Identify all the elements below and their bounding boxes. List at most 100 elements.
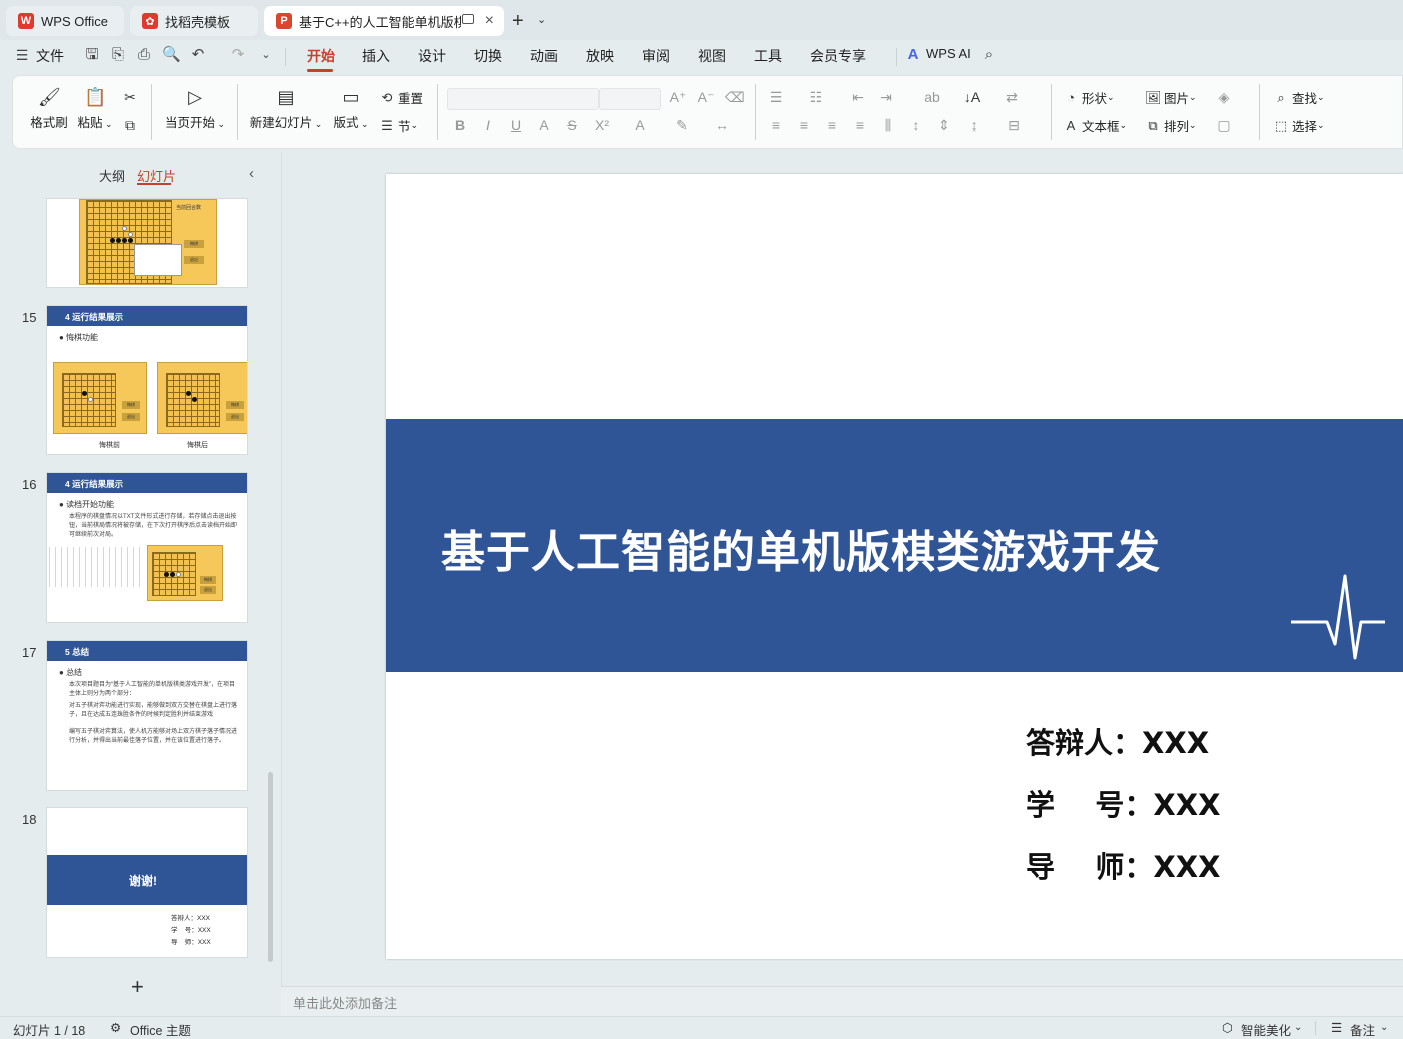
bullet-list-icon[interactable]: ☰	[767, 88, 785, 106]
column-icon[interactable]: ↨	[965, 116, 983, 134]
tab-wps-office[interactable]: W WPS Office	[6, 6, 124, 36]
paragraph-spacing-icon[interactable]: ⇕	[935, 116, 953, 134]
wps-ai-icon[interactable]: A	[905, 47, 921, 63]
menu-home[interactable]: 开始	[307, 46, 335, 66]
export-icon[interactable]: ⎘	[110, 47, 126, 63]
increase-indent-icon[interactable]: ⇥	[877, 88, 895, 106]
picture-button[interactable]: 🖼 图片 ⌄	[1145, 88, 1197, 107]
slide-title[interactable]: 基于人工智能的单机版棋类游戏开发	[386, 516, 1161, 580]
font-color-icon[interactable]: A	[631, 116, 649, 134]
menu-file[interactable]: 文件	[36, 46, 64, 66]
align-left-icon[interactable]: ≡	[767, 116, 785, 134]
notes-button[interactable]: 备注	[1350, 1020, 1375, 1039]
fill-icon[interactable]: ◈	[1215, 88, 1233, 106]
text-shadow-icon[interactable]: A	[535, 116, 553, 134]
slide-thumbnail-14[interactable]: 当前回合数 悔棋 退出	[46, 198, 248, 288]
monitor-icon[interactable]	[462, 14, 474, 24]
decrease-font-icon[interactable]: A⁻	[697, 88, 715, 106]
shape-button[interactable]: ◔ 形状 ⌄	[1063, 88, 1115, 107]
convert-icon[interactable]: ⇄	[1003, 88, 1021, 106]
numbered-list-icon[interactable]: ☷	[807, 88, 825, 106]
bold-icon[interactable]: B	[451, 116, 469, 134]
decrease-indent-icon[interactable]: ⇤	[849, 88, 867, 106]
new-slide-button[interactable]: ▤ 新建幻灯片 ⌄	[249, 86, 323, 131]
add-slide-icon[interactable]: +	[131, 974, 144, 1000]
textbox-button[interactable]: A 文本框 ⌄	[1063, 116, 1127, 135]
theme-name[interactable]: Office 主题	[130, 1020, 191, 1039]
menu-insert[interactable]: 插入	[362, 46, 390, 66]
menu-design[interactable]: 设计	[418, 46, 446, 66]
notes-placeholder[interactable]: 单击此处添加备注	[293, 993, 397, 1012]
save-icon[interactable]: 🖫	[84, 47, 100, 63]
black-stone	[82, 391, 87, 396]
menu-member[interactable]: 会员专享	[810, 46, 866, 66]
sort-icon[interactable]: ↓A	[963, 88, 981, 106]
justify-icon[interactable]: ≡	[851, 116, 869, 134]
chevron-down-icon[interactable]: ⌄	[537, 13, 546, 26]
student-id-line[interactable]: 学 号：XXX	[1026, 782, 1220, 824]
smart-beautify-button[interactable]: 智能美化	[1241, 1020, 1291, 1039]
print-icon[interactable]: ⎙	[136, 47, 152, 63]
section-button[interactable]: ☰ 节 ⌄	[379, 116, 418, 135]
align-right-icon[interactable]: ≡	[823, 116, 841, 134]
search-icon[interactable]: ⌕	[981, 47, 997, 63]
text-direction-icon[interactable]: ab	[923, 88, 941, 106]
font-family-select[interactable]	[447, 88, 599, 110]
current-slide[interactable]: 基于人工智能的单机版棋类游戏开发 答辩人：XXX 学 号：XXX 导 师：XXX	[386, 174, 1403, 959]
menu-review[interactable]: 审阅	[642, 46, 670, 66]
menu-transition[interactable]: 切换	[474, 46, 502, 66]
underline-icon[interactable]: U	[507, 116, 525, 134]
undo-icon[interactable]: ↶	[190, 47, 206, 63]
align-center-icon[interactable]: ≡	[795, 116, 813, 134]
paste-button[interactable]: 📋 粘贴 ⌄	[75, 86, 115, 131]
vertical-align-icon[interactable]: ⊟	[1005, 116, 1023, 134]
italic-icon[interactable]: I	[479, 116, 497, 134]
strikethrough-icon[interactable]: S	[563, 116, 581, 134]
find-button[interactable]: ⌕ 查找 ⌄	[1273, 88, 1324, 107]
tab-daoke-template[interactable]: ✿ 找稻壳模板	[130, 6, 258, 36]
current-start-button[interactable]: ▷ 当页开始 ⌄	[163, 86, 227, 131]
thumb-paragraph: 对五子棋对弈功能进行实现，能够做到双方交替在棋盘上进行落子，且在达成五连珠胜条件…	[69, 703, 238, 718]
defender-line[interactable]: 答辩人：XXX	[1026, 720, 1209, 762]
chevron-down-icon[interactable]: ⌄	[258, 47, 274, 63]
slide-thumbnail-18[interactable]: 谢谢! 答辩人：XXX 学 号：XXX 导 师：XXX	[46, 807, 248, 958]
menu-tools[interactable]: 工具	[754, 46, 782, 66]
notes-pane[interactable]: 单击此处添加备注	[281, 986, 1403, 1016]
cut-icon[interactable]: ✂	[121, 88, 139, 106]
format-painter-button[interactable]: 🖌 格式刷	[29, 86, 69, 131]
panel-scrollbar[interactable]	[268, 772, 273, 962]
menu-animation[interactable]: 动画	[530, 46, 558, 66]
chevron-down-icon[interactable]: ⌄	[1294, 1022, 1302, 1033]
reset-button[interactable]: ⟲ 重置	[379, 88, 423, 107]
menu-view[interactable]: 视图	[698, 46, 726, 66]
chevron-down-icon[interactable]: ⌄	[1380, 1022, 1388, 1033]
slide-thumbnail-15[interactable]: 4 运行结果展示 ● 悔棋功能 悔棋 退出 悔棋 退出 悔棋前 悔棋后	[46, 305, 248, 455]
print-preview-icon[interactable]: 🔍	[162, 47, 181, 63]
slide-thumbnail-16[interactable]: 4 运行结果展示 ● 读档开始功能 本程序的棋盘情况以TXT文件形式进行存储，若…	[46, 472, 248, 623]
hamburger-icon[interactable]: ☰	[14, 47, 30, 63]
collapse-panel-icon[interactable]: ‹	[249, 165, 254, 182]
distribute-icon[interactable]: ⫼	[879, 116, 897, 134]
copy-icon[interactable]: ⧉	[121, 116, 139, 134]
new-tab-icon[interactable]: +	[512, 10, 524, 33]
highlight-icon[interactable]: ✎	[673, 116, 691, 134]
tab-outline[interactable]: 大纲	[99, 166, 125, 185]
slide-thumbnail-17[interactable]: 5 总结 ● 总结 本次项目题目为“基于人工智能的单机版棋类游戏开发”，在项目主…	[46, 640, 248, 791]
layout-button[interactable]: ▭ 版式 ⌄	[331, 86, 371, 131]
clear-format-icon[interactable]: ⌫	[725, 88, 745, 106]
char-spacing-icon[interactable]: ↔	[713, 116, 731, 134]
outline-icon[interactable]: ▢	[1215, 116, 1233, 134]
arrange-button[interactable]: ⧉ 排列 ⌄	[1145, 116, 1196, 135]
close-icon[interactable]: ×	[485, 12, 494, 30]
increase-font-icon[interactable]: A⁺	[669, 88, 687, 106]
select-button[interactable]: ⬚ 选择 ⌄	[1273, 116, 1325, 135]
tab-presentation[interactable]: P 基于C++的人工智能单机版棋 ×	[264, 6, 504, 36]
font-size-select[interactable]	[599, 88, 661, 110]
superscript-icon[interactable]: X²	[593, 116, 611, 134]
advisor-line[interactable]: 导 师：XXX	[1026, 844, 1220, 886]
redo-icon[interactable]: ↷	[230, 47, 246, 63]
menu-slideshow[interactable]: 放映	[586, 46, 614, 66]
line-spacing-icon[interactable]: ↕	[907, 116, 925, 134]
wps-ai-button[interactable]: WPS AI	[926, 46, 971, 61]
white-stone	[176, 572, 181, 577]
